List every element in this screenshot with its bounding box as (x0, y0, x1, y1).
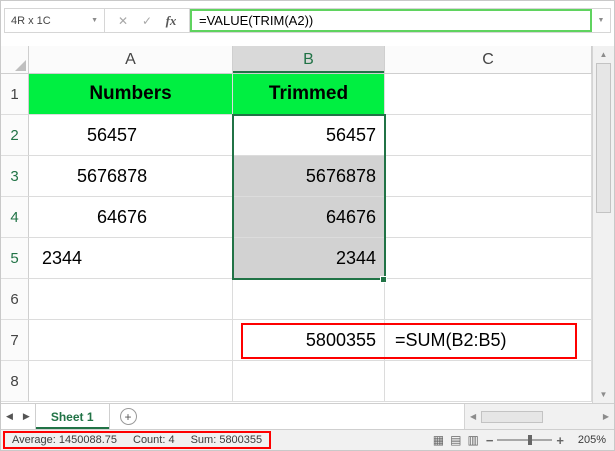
row-4: 4 64676 64676 (1, 197, 592, 238)
hscroll-right-icon[interactable]: ▶ (598, 412, 614, 421)
row-header-7[interactable]: 7 (1, 320, 29, 361)
cell-B2[interactable]: 56457 (233, 115, 385, 156)
plus-icon: + (124, 409, 132, 424)
cell-C6[interactable] (385, 279, 592, 320)
sheet-nav-left-icon[interactable]: ◀ (1, 404, 18, 429)
row-header-1[interactable]: 1 (1, 74, 29, 115)
view-page-layout-icon[interactable]: ▤ (450, 433, 461, 447)
row-header-8[interactable]: 8 (1, 361, 29, 402)
zoom-in-button[interactable]: + (556, 433, 564, 448)
add-sheet-button[interactable]: + (119, 408, 137, 425)
cell-C5[interactable] (385, 238, 592, 279)
row-header-4[interactable]: 4 (1, 197, 29, 238)
formula-bar-buttons: ✕ ✓ fx (105, 9, 190, 32)
vscroll-thumb[interactable] (596, 63, 611, 213)
cell-C8[interactable] (385, 361, 592, 402)
name-box[interactable]: 4R x 1C ▼ (5, 9, 105, 32)
cell-C3[interactable] (385, 156, 592, 197)
cell-B4[interactable]: 64676 (233, 197, 385, 238)
formula-text: =VALUE(TRIM(A2)) (199, 13, 314, 28)
cell-B5[interactable]: 2344 (233, 238, 385, 279)
formula-input[interactable]: =VALUE(TRIM(A2)) (190, 9, 592, 32)
cell-C4[interactable] (385, 197, 592, 238)
cell-C2[interactable] (385, 115, 592, 156)
status-bar: Average: 1450088.75 Count: 4 Sum: 580035… (1, 429, 614, 450)
cell-C1[interactable] (385, 74, 592, 115)
column-header-b[interactable]: B (233, 46, 385, 74)
column-header-c[interactable]: C (385, 46, 592, 74)
cell-C7[interactable]: =SUM(B2:B5) (385, 320, 592, 361)
row-2: 2 56457 56457 (1, 115, 592, 156)
row-header-5[interactable]: 5 (1, 238, 29, 279)
enter-icon[interactable]: ✓ (135, 14, 159, 28)
row-3: 3 5676878 5676878 (1, 156, 592, 197)
zoom-level[interactable]: 205% (572, 434, 606, 446)
cell-B6[interactable] (233, 279, 385, 320)
cell-A8[interactable] (29, 361, 233, 402)
select-all-corner[interactable] (1, 46, 29, 74)
vscroll-up-icon[interactable]: ▲ (593, 46, 614, 63)
cell-B8[interactable] (233, 361, 385, 402)
sheet-tab-bar: ◀ ▶ Sheet 1 + ◀ ▶ (1, 403, 614, 429)
tab-sheet1-label: Sheet 1 (50, 409, 94, 424)
hscroll-left-icon[interactable]: ◀ (465, 412, 481, 421)
fill-handle[interactable] (380, 276, 387, 283)
grid: A B C 1 Numbers Trimmed 2 56457 56457 3 (1, 46, 592, 403)
select-all-triangle-icon (15, 60, 26, 71)
sheet-nav-right-icon[interactable]: ▶ (18, 404, 35, 429)
zoom-thumb[interactable] (527, 435, 532, 445)
vscroll-track[interactable] (593, 213, 614, 386)
row-7: 7 5800355 =SUM(B2:B5) (1, 320, 592, 361)
cell-A5[interactable]: 2344 (29, 238, 233, 279)
name-box-value: 4R x 1C (11, 14, 51, 27)
view-normal-icon[interactable]: ▦ (433, 433, 444, 447)
status-average: Average: 1450088.75 (12, 434, 117, 446)
cell-B3[interactable]: 5676878 (233, 156, 385, 197)
cell-A1[interactable]: Numbers (29, 74, 233, 115)
status-sum: Sum: 5800355 (190, 434, 263, 446)
status-count: Count: 4 (133, 434, 175, 446)
cell-A3[interactable]: 5676878 (29, 156, 233, 197)
view-page-break-icon[interactable]: ▥ (467, 433, 478, 447)
zoom-slider[interactable] (497, 435, 553, 445)
row-header-6[interactable]: 6 (1, 279, 29, 320)
worksheet-area: A B C 1 Numbers Trimmed 2 56457 56457 3 (1, 46, 614, 403)
row-header-3[interactable]: 3 (1, 156, 29, 197)
hscroll-thumb[interactable] (481, 410, 544, 423)
row-header-2[interactable]: 2 (1, 115, 29, 156)
tab-sheet1[interactable]: Sheet 1 (34, 404, 110, 429)
vertical-scrollbar[interactable]: ▲ ▼ (592, 46, 614, 403)
status-highlight-box: Average: 1450088.75 Count: 4 Sum: 580035… (3, 431, 272, 449)
row-5: 5 2344 2344 (1, 238, 592, 279)
cell-B1[interactable]: Trimmed (233, 74, 385, 115)
cell-A6[interactable] (29, 279, 233, 320)
zoom-out-button[interactable]: − (486, 433, 494, 448)
formula-bar-expand-icon[interactable]: ▼ (592, 9, 610, 32)
cell-A7[interactable] (29, 320, 233, 361)
row-1: 1 Numbers Trimmed (1, 74, 592, 115)
cell-A2[interactable]: 56457 (29, 115, 233, 156)
cell-A4[interactable]: 64676 (29, 197, 233, 238)
row-8: 8 (1, 361, 592, 402)
formula-bar: 4R x 1C ▼ ✕ ✓ fx =VALUE(TRIM(A2)) ▼ (4, 8, 611, 33)
horizontal-scrollbar[interactable]: ◀ ▶ (464, 404, 614, 429)
cancel-icon[interactable]: ✕ (111, 14, 135, 28)
vscroll-down-icon[interactable]: ▼ (593, 386, 614, 403)
name-box-dropdown-icon[interactable]: ▼ (91, 17, 98, 24)
column-header-row: A B C (1, 46, 592, 74)
column-header-a[interactable]: A (29, 46, 233, 74)
excel-window: 4R x 1C ▼ ✕ ✓ fx =VALUE(TRIM(A2)) ▼ A B … (0, 0, 615, 451)
sheet-bar-spacer (137, 404, 464, 429)
row-6: 6 (1, 279, 592, 320)
cell-B7[interactable]: 5800355 (233, 320, 385, 361)
insert-function-icon[interactable]: fx (159, 13, 183, 29)
